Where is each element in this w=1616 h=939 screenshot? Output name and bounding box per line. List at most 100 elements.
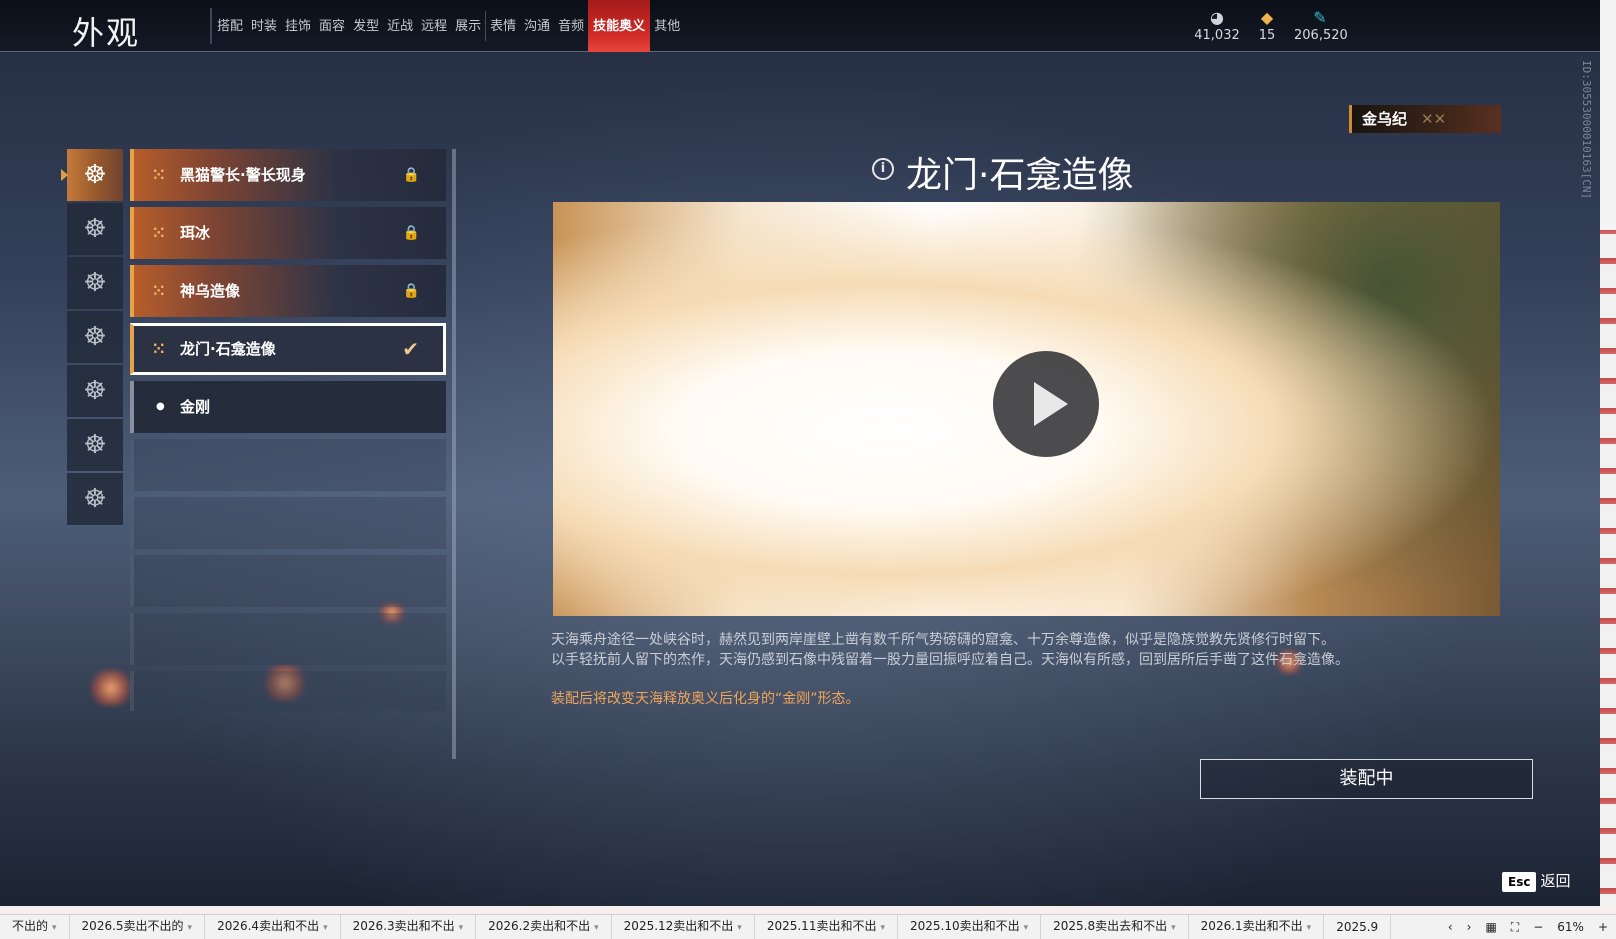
sheet-tab-label: 不出的	[12, 919, 48, 933]
tab-face[interactable]: 面容	[315, 0, 349, 52]
sheet-tab-label: 2025.12卖出和不出	[624, 919, 734, 933]
preview-video[interactable]	[553, 202, 1500, 616]
sheet-tab[interactable]: 2026.2卖出和不出 ▾	[476, 914, 612, 939]
figure-icon: ☸	[83, 160, 106, 190]
chevron-down-icon: ▾	[323, 923, 328, 933]
figure-icon: ☸	[83, 376, 106, 406]
lock-icon: 🔒	[403, 207, 420, 259]
badge-decoration-icon: ✕✕	[1421, 110, 1446, 128]
category-button-1[interactable]: ☸	[67, 149, 123, 201]
tab-audio[interactable]: 音频	[554, 0, 588, 52]
chevron-down-icon: ▾	[1024, 923, 1029, 933]
description-line: 以手轻抚前人留下的杰作，天海仍感到石像中残留着一股力量回振呼应着自己。天海似有所…	[551, 650, 1451, 670]
sheet-tab-label: 2026.4卖出和不出	[217, 919, 319, 933]
equip-note: 装配后将改变天海释放奥义后化身的“金刚”形态。	[551, 688, 860, 708]
check-icon: ✔	[402, 326, 419, 372]
next-sheet-icon[interactable]: ›	[1467, 915, 1472, 939]
prev-sheet-icon[interactable]: ‹	[1448, 915, 1453, 939]
sheet-tab[interactable]: 2026.5卖出不出的 ▾	[70, 914, 206, 939]
tab-emote[interactable]: 表情	[486, 0, 520, 52]
list-scrollbar[interactable]	[452, 149, 456, 759]
chevron-down-icon: ▾	[52, 923, 57, 933]
sheet-tab[interactable]: 2025.8卖出去和不出 ▾	[1041, 914, 1189, 939]
list-item-empty	[130, 439, 446, 491]
sheet-tab-label: 2026.2卖出和不出	[488, 919, 590, 933]
tab-accessory[interactable]: 挂饰	[281, 0, 315, 52]
sheet-tab[interactable]: 2025.12卖出和不出 ▾	[612, 914, 755, 939]
currency-value: 41,032	[1194, 28, 1240, 43]
list-item[interactable]: ● 金刚	[130, 381, 446, 433]
chevron-down-icon: ▾	[880, 923, 885, 933]
category-column: ☸ ☸ ☸ ☸ ☸ ☸ ☸	[67, 149, 123, 527]
tab-outfit[interactable]: 搭配	[213, 0, 247, 52]
sheet-tab[interactable]: 2026.3卖出和不出 ▾	[341, 914, 477, 939]
page-title: 外观	[72, 8, 140, 54]
grid-view-icon[interactable]: ▦	[1485, 915, 1496, 939]
list-item-label: 神乌造像	[180, 282, 240, 300]
sheet-tab-label: 2026.3卖出和不出	[353, 919, 455, 933]
category-button-6[interactable]: ☸	[67, 419, 123, 471]
skin-list: ⁙ 黑猫警长·警长现身 🔒 ⁙ 珥冰 🔒 ⁙ 神乌造像 🔒 ⁙ 龙门·石龛造像 …	[130, 149, 448, 717]
sheet-tab-label: 2026.1卖出和不出	[1201, 919, 1303, 933]
tab-communication[interactable]: 沟通	[520, 0, 554, 52]
list-item-empty	[130, 497, 446, 549]
game-viewport: 外观 搭配 时装 挂饰 面容 发型 近战 远程 展示 表情 沟通 音频 技能奥义…	[0, 0, 1600, 906]
lock-icon: 🔒	[403, 265, 420, 317]
list-item[interactable]: ⁙ 黑猫警长·警长现身 🔒	[130, 149, 446, 201]
list-item-empty	[130, 613, 446, 665]
category-button-4[interactable]: ☸	[67, 311, 123, 363]
tab-fashion[interactable]: 时装	[247, 0, 281, 52]
zoom-in-icon[interactable]: +	[1598, 915, 1608, 939]
background-window-strip	[1600, 0, 1616, 906]
sheet-tab[interactable]: 2025.9	[1324, 915, 1391, 939]
sheet-tab-label: 2025.8卖出去和不出	[1053, 919, 1167, 933]
list-item[interactable]: ⁙ 珥冰 🔒	[130, 207, 446, 259]
list-item[interactable]: ⁙ 神乌造像 🔒	[130, 265, 446, 317]
detail-title: 龙门·石龛造像	[870, 146, 1133, 198]
figure-icon: ☸	[83, 322, 106, 352]
tab-display[interactable]: 展示	[451, 0, 485, 52]
category-button-2[interactable]: ☸	[67, 203, 123, 255]
chevron-down-icon: ▾	[1171, 923, 1176, 933]
series-badge: 金乌纪 ✕✕	[1349, 105, 1501, 133]
sheet-tab[interactable]: 2025.10卖出和不出 ▾	[898, 914, 1041, 939]
description-line: 天海乘舟途径一处峡谷时，赫然见到两岸崖壁上凿有数千所气势磅礴的窟龛、十万余尊造像…	[551, 630, 1451, 650]
dot-icon: ●	[156, 381, 165, 433]
equip-button[interactable]: 装配中	[1200, 759, 1533, 799]
coin-stack-icon: ◕	[1192, 8, 1242, 28]
list-item-empty	[130, 555, 446, 607]
tab-other[interactable]: 其他	[650, 0, 684, 52]
fullscreen-icon[interactable]: ⛶	[1511, 915, 1519, 939]
tab-hair[interactable]: 发型	[349, 0, 383, 52]
sheet-tab[interactable]: 2025.11卖出和不出 ▾	[755, 914, 898, 939]
zoom-out-icon[interactable]: −	[1533, 915, 1543, 939]
sheet-tab[interactable]: 2026.4卖出和不出 ▾	[205, 914, 341, 939]
category-button-3[interactable]: ☸	[67, 257, 123, 309]
list-item-label: 黑猫警长·警长现身	[180, 166, 306, 184]
category-button-7[interactable]: ☸	[67, 473, 123, 525]
list-item-label: 龙门·石龛造像	[180, 340, 276, 358]
skin-mark-icon: ⁙	[152, 265, 165, 317]
sheet-tab-label: 2025.11卖出和不出	[767, 919, 877, 933]
figure-icon: ☸	[83, 214, 106, 244]
sheet-tab[interactable]: 2026.1卖出和不出 ▾	[1189, 914, 1325, 939]
spreadsheet-row-strip	[0, 906, 1616, 914]
tab-skill-ultimate[interactable]: 技能奥义	[588, 0, 650, 52]
currency-2: ◆ 15	[1252, 8, 1282, 43]
sheet-tab-label: 2026.5卖出不出的	[82, 919, 184, 933]
play-icon[interactable]	[993, 351, 1099, 457]
top-bar: 外观 搭配 时装 挂饰 面容 发型 近战 远程 展示 表情 沟通 音频 技能奥义…	[0, 0, 1600, 52]
series-badge-label: 金乌纪	[1362, 110, 1407, 128]
list-item-label: 金刚	[180, 398, 210, 416]
tab-melee[interactable]: 近战	[383, 0, 417, 52]
sheet-tab[interactable]: 不出的 ▾	[0, 914, 70, 939]
tab-ranged[interactable]: 远程	[417, 0, 451, 52]
list-item-selected[interactable]: ⁙ 龙门·石龛造像 ✔	[130, 323, 446, 375]
list-item-label: 珥冰	[180, 224, 210, 242]
back-control[interactable]: Esc 返回	[1502, 870, 1570, 892]
figure-icon: ☸	[83, 268, 106, 298]
sheet-tab-label: 2025.9	[1336, 920, 1378, 934]
figure-icon: ☸	[83, 484, 106, 514]
chevron-down-icon: ▾	[594, 923, 599, 933]
category-button-5[interactable]: ☸	[67, 365, 123, 417]
